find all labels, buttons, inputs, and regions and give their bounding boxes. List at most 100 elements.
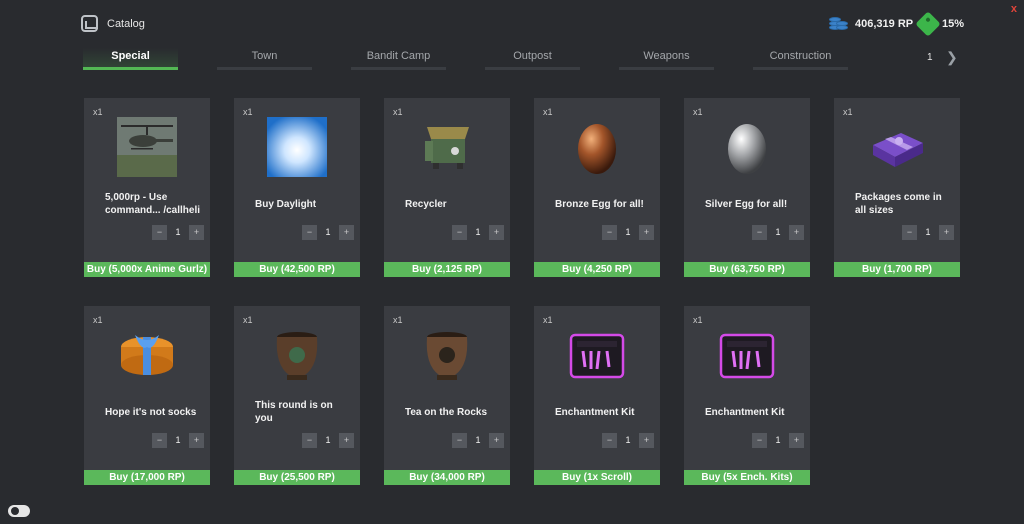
quantity-value[interactable]: 1 bbox=[317, 225, 339, 240]
item-name: Hope it's not socks bbox=[105, 406, 197, 418]
decrement-button[interactable]: − bbox=[752, 433, 767, 448]
item-quantity: x1 bbox=[543, 315, 553, 325]
quantity-stepper: − 1 + bbox=[902, 225, 954, 240]
decrement-button[interactable]: − bbox=[602, 225, 617, 240]
quantity-stepper: − 1 + bbox=[452, 433, 504, 448]
quantity-stepper: − 1 + bbox=[152, 225, 204, 240]
decrement-button[interactable]: − bbox=[302, 225, 317, 240]
quantity-value[interactable]: 1 bbox=[467, 433, 489, 448]
quantity-value[interactable]: 1 bbox=[767, 225, 789, 240]
tab-special[interactable]: Special bbox=[83, 48, 178, 70]
toggle-switch[interactable] bbox=[8, 505, 30, 517]
item-card: x1 Packages come in all sizes − 1 + Buy … bbox=[834, 98, 960, 277]
buy-button[interactable]: Buy (1x Scroll) bbox=[534, 470, 660, 485]
quantity-value[interactable]: 1 bbox=[167, 433, 189, 448]
chevron-right-icon[interactable]: ❯ bbox=[946, 49, 958, 66]
item-card: x1 Silver Egg for all! − 1 + Buy (63,750… bbox=[684, 98, 810, 277]
silver-egg-image bbox=[716, 116, 778, 178]
item-name: Recycler bbox=[405, 198, 447, 210]
quantity-value[interactable]: 1 bbox=[917, 225, 939, 240]
item-name: Silver Egg for all! bbox=[705, 198, 788, 210]
item-card: x1 Enchantment Kit − 1 + Buy (5x Ench. K… bbox=[684, 306, 810, 485]
increment-button[interactable]: + bbox=[339, 225, 354, 240]
quantity-value[interactable]: 1 bbox=[767, 433, 789, 448]
decrement-button[interactable]: − bbox=[452, 433, 467, 448]
decrement-button[interactable]: − bbox=[302, 433, 317, 448]
item-quantity: x1 bbox=[393, 107, 403, 117]
daylight-image bbox=[266, 116, 328, 178]
quantity-stepper: − 1 + bbox=[752, 225, 804, 240]
increment-button[interactable]: + bbox=[939, 225, 954, 240]
item-card: x1 Bronze Egg for all! − 1 + Buy (4,250 … bbox=[534, 98, 660, 277]
increment-button[interactable]: + bbox=[189, 433, 204, 448]
buy-button[interactable]: Buy (42,500 RP) bbox=[234, 262, 360, 277]
discount-badge: 15% bbox=[915, 11, 964, 37]
bronze-egg-image bbox=[566, 116, 628, 178]
page-number: 1 bbox=[927, 52, 933, 63]
quantity-value[interactable]: 1 bbox=[167, 225, 189, 240]
item-name: Buy Daylight bbox=[255, 198, 317, 210]
buy-button[interactable]: Buy (4,250 RP) bbox=[534, 262, 660, 277]
rp-balance: 406,319 RP bbox=[829, 17, 913, 31]
tab-outpost[interactable]: Outpost bbox=[485, 48, 580, 70]
item-quantity: x1 bbox=[543, 107, 553, 117]
buy-button[interactable]: Buy (63,750 RP) bbox=[684, 262, 810, 277]
item-card: x1 Enchantment Kit − 1 + Buy (1x Scroll) bbox=[534, 306, 660, 485]
decrement-button[interactable]: − bbox=[602, 433, 617, 448]
tab-construction[interactable]: Construction bbox=[753, 48, 848, 70]
item-quantity: x1 bbox=[693, 315, 703, 325]
header: Catalog bbox=[81, 15, 145, 32]
increment-button[interactable]: + bbox=[639, 433, 654, 448]
teapot-image bbox=[416, 324, 478, 386]
buy-button[interactable]: Buy (2,125 RP) bbox=[384, 262, 510, 277]
quantity-stepper: − 1 + bbox=[452, 225, 504, 240]
close-button[interactable]: x bbox=[1011, 3, 1017, 15]
decrement-button[interactable]: − bbox=[152, 225, 167, 240]
tab-bandit-camp[interactable]: Bandit Camp bbox=[351, 48, 446, 70]
item-quantity: x1 bbox=[93, 107, 103, 117]
item-quantity: x1 bbox=[393, 315, 403, 325]
quantity-value[interactable]: 1 bbox=[617, 225, 639, 240]
item-card: x1 This round is on you − 1 + Buy (25,50… bbox=[234, 306, 360, 485]
recycler-image bbox=[416, 116, 478, 178]
buy-button[interactable]: Buy (5x Ench. Kits) bbox=[684, 470, 810, 485]
item-card: x1 Tea on the Rocks − 1 + Buy (34,000 RP… bbox=[384, 306, 510, 485]
increment-button[interactable]: + bbox=[789, 225, 804, 240]
quantity-value[interactable]: 1 bbox=[317, 433, 339, 448]
increment-button[interactable]: + bbox=[339, 433, 354, 448]
item-name: Bronze Egg for all! bbox=[555, 198, 644, 210]
quantity-value[interactable]: 1 bbox=[467, 225, 489, 240]
item-card: x1 5,000rp - Use command... /callheli − … bbox=[84, 98, 210, 277]
item-name: This round is on you bbox=[255, 400, 333, 424]
quantity-value[interactable]: 1 bbox=[617, 433, 639, 448]
increment-button[interactable]: + bbox=[489, 225, 504, 240]
item-quantity: x1 bbox=[243, 107, 253, 117]
quantity-stepper: − 1 + bbox=[302, 433, 354, 448]
item-quantity: x1 bbox=[843, 107, 853, 117]
item-name: 5,000rp - Use command... /callheli bbox=[105, 192, 201, 216]
quantity-stepper: − 1 + bbox=[602, 433, 654, 448]
decrement-button[interactable]: − bbox=[452, 225, 467, 240]
increment-button[interactable]: + bbox=[639, 225, 654, 240]
decrement-button[interactable]: − bbox=[902, 225, 917, 240]
category-tabs: Special Town Bandit Camp Outpost Weapons… bbox=[83, 48, 848, 70]
buy-button[interactable]: Buy (17,000 RP) bbox=[84, 470, 210, 485]
increment-button[interactable]: + bbox=[489, 433, 504, 448]
item-quantity: x1 bbox=[693, 107, 703, 117]
buy-button[interactable]: Buy (34,000 RP) bbox=[384, 470, 510, 485]
item-quantity: x1 bbox=[243, 315, 253, 325]
enchantment-kit-image bbox=[716, 324, 778, 386]
buy-button[interactable]: Buy (1,700 RP) bbox=[834, 262, 960, 277]
item-card: x1 Buy Daylight − 1 + Buy (42,500 RP) bbox=[234, 98, 360, 277]
item-name: Enchantment Kit bbox=[705, 406, 785, 418]
increment-button[interactable]: + bbox=[789, 433, 804, 448]
buy-button[interactable]: Buy (5,000x Anime Gurlz) bbox=[84, 262, 210, 277]
buy-button[interactable]: Buy (25,500 RP) bbox=[234, 470, 360, 485]
tab-town[interactable]: Town bbox=[217, 48, 312, 70]
decrement-button[interactable]: − bbox=[752, 225, 767, 240]
tab-weapons[interactable]: Weapons bbox=[619, 48, 714, 70]
increment-button[interactable]: + bbox=[189, 225, 204, 240]
decrement-button[interactable]: − bbox=[152, 433, 167, 448]
pot-image bbox=[266, 324, 328, 386]
item-name: Tea on the Rocks bbox=[405, 406, 488, 418]
